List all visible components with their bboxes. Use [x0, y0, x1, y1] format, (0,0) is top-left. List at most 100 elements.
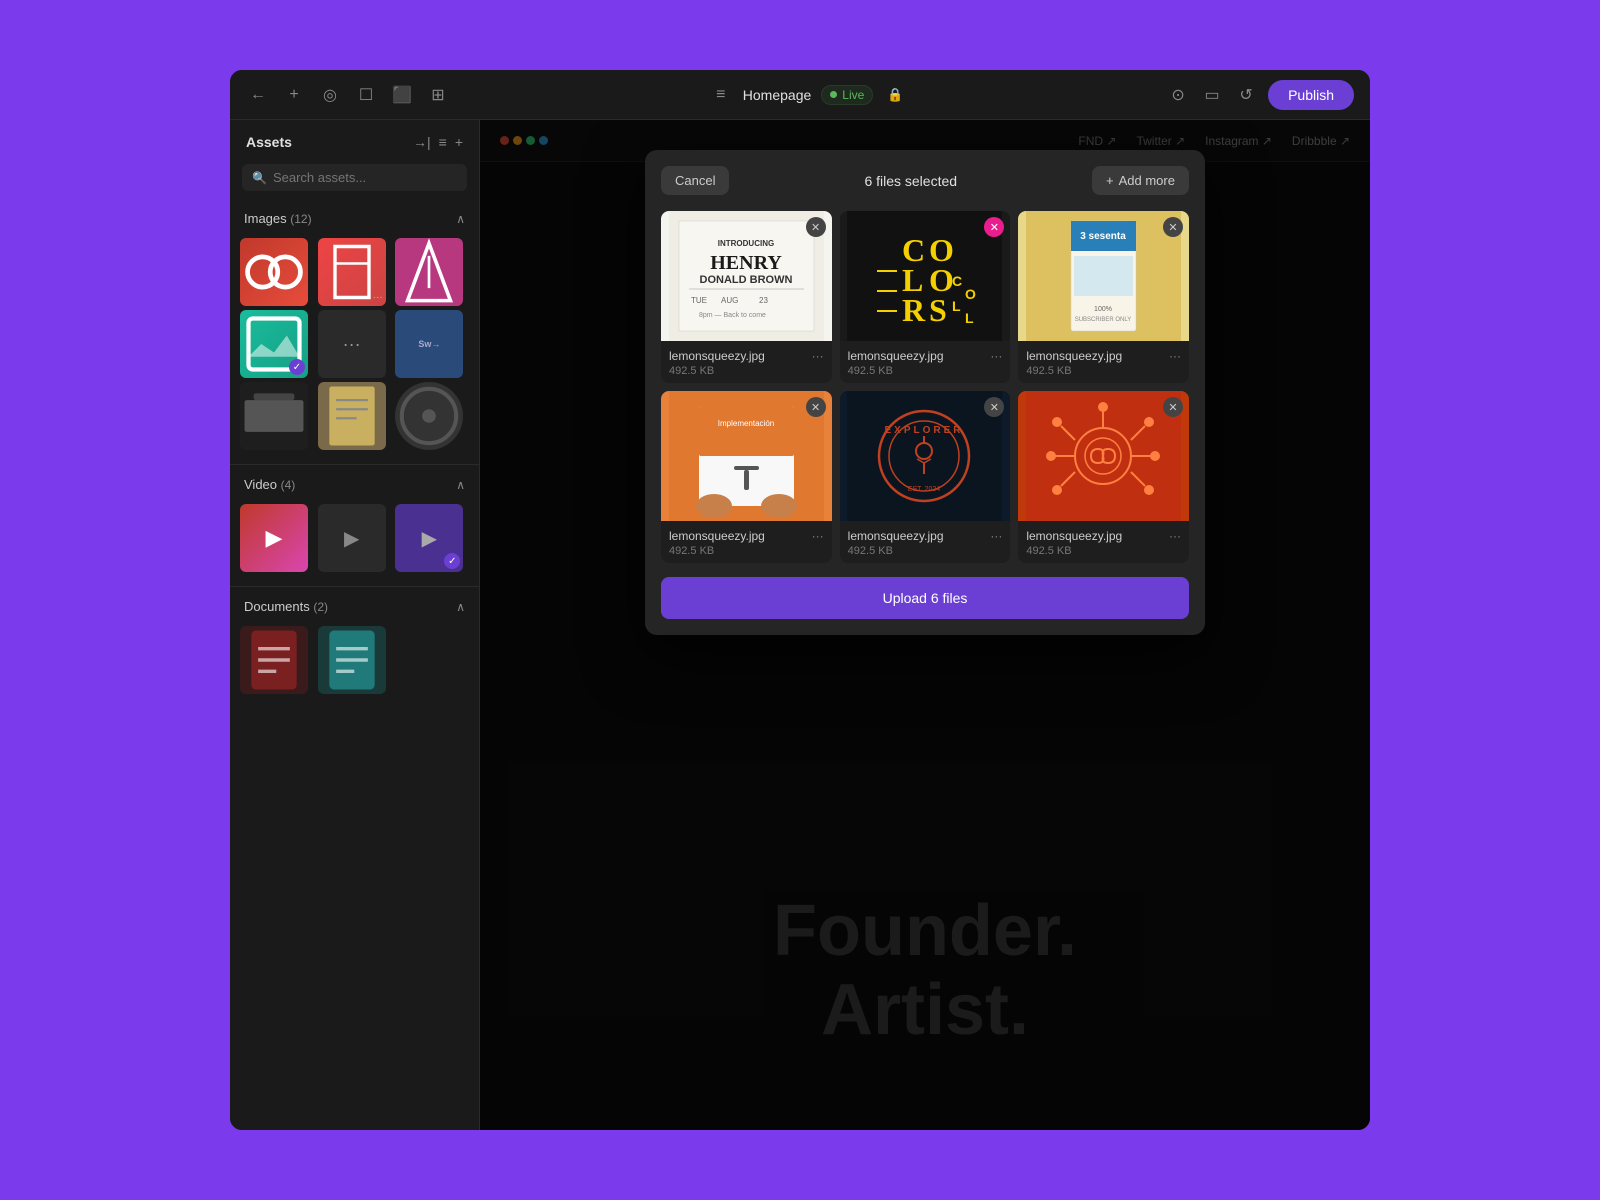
- sidebar: Assets →| ≡ + 🔍 Images (12) ∧: [230, 120, 480, 1130]
- search-bar[interactable]: 🔍: [242, 164, 467, 191]
- file-name-row: lemonsqueezy.jpg ···: [669, 349, 824, 363]
- svg-text:S: S: [929, 292, 947, 328]
- file-info: lemonsqueezy.jpg ··· 492.5 KB: [1018, 341, 1189, 383]
- file-grid: INTRODUCING HENRY DONALD BROWN TUE AUG 2…: [661, 211, 1189, 563]
- image-thumb[interactable]: [240, 238, 308, 306]
- svg-text:EST. 2024: EST. 2024: [908, 486, 940, 493]
- svg-text:C: C: [952, 273, 962, 289]
- more-icon[interactable]: ···: [373, 292, 383, 303]
- video-thumb[interactable]: ▶: [318, 504, 386, 572]
- documents-chevron-icon: ∧: [456, 600, 465, 614]
- toolbar-center: ≡ Homepage Live 🔒: [709, 83, 908, 107]
- image-thumb[interactable]: [395, 382, 463, 450]
- plus-icon: +: [1106, 173, 1114, 188]
- sidebar-export-icon[interactable]: →|: [413, 134, 431, 150]
- image-thumb[interactable]: [240, 382, 308, 450]
- video-count: (4): [281, 478, 296, 492]
- svg-text:100%: 100%: [1094, 306, 1112, 313]
- image-thumb[interactable]: [318, 382, 386, 450]
- search-icon: 🔍: [252, 171, 267, 185]
- search-input[interactable]: [273, 170, 457, 185]
- svg-text:23: 23: [759, 296, 768, 305]
- modal-header: Cancel 6 files selected + Add more: [661, 166, 1189, 195]
- target-icon[interactable]: ◎: [318, 83, 342, 107]
- video-thumb[interactable]: ▶: [240, 504, 308, 572]
- sidebar-title: Assets: [246, 134, 292, 150]
- file-close-button[interactable]: ✕: [1163, 397, 1183, 417]
- file-name: lemonsqueezy.jpg: [848, 529, 944, 543]
- file-card: EXPLORER EST. 2024 ✕: [840, 391, 1011, 563]
- svg-text:SUBSCRIBER ONLY: SUBSCRIBER ONLY: [1075, 317, 1132, 323]
- page-title: Homepage: [743, 87, 812, 103]
- svg-text:Implementación: Implementación: [718, 419, 774, 428]
- image-thumb[interactable]: [395, 238, 463, 306]
- file-more-icon[interactable]: ···: [812, 529, 824, 543]
- image-thumb[interactable]: Sw→: [395, 310, 463, 378]
- cancel-button[interactable]: Cancel: [661, 166, 729, 195]
- folder-icon[interactable]: ⬛: [390, 83, 414, 107]
- video-section-header[interactable]: Video (4) ∧: [230, 469, 479, 500]
- sidebar-header: Assets →| ≡ +: [230, 120, 479, 164]
- file-info: lemonsqueezy.jpg ··· 492.5 KB: [661, 341, 832, 383]
- selected-badge: ✓: [289, 359, 305, 375]
- file-close-button[interactable]: ✕: [806, 397, 826, 417]
- file-name: lemonsqueezy.jpg: [669, 349, 765, 363]
- documents-section-title: Documents (2): [244, 599, 328, 614]
- sidebar-list-icon[interactable]: ≡: [439, 134, 447, 150]
- sidebar-actions: →| ≡ +: [413, 134, 463, 150]
- svg-text:L: L: [965, 310, 974, 326]
- images-grid: ··· ✓ ···: [230, 234, 479, 460]
- main-content: Assets →| ≡ + 🔍 Images (12) ∧: [230, 120, 1370, 1130]
- add-more-button[interactable]: + Add more: [1092, 166, 1189, 195]
- file-more-icon[interactable]: ···: [990, 349, 1002, 363]
- file-size: 492.5 KB: [669, 365, 824, 377]
- image-thumb[interactable]: ···: [318, 238, 386, 306]
- image-thumb[interactable]: ···: [318, 310, 386, 378]
- svg-text:HENRY: HENRY: [710, 252, 782, 274]
- svg-text:O: O: [965, 286, 976, 302]
- file-info: lemonsqueezy.jpg ··· 492.5 KB: [661, 521, 832, 563]
- file-icon[interactable]: ☐: [354, 83, 378, 107]
- images-chevron-icon: ∧: [456, 212, 465, 226]
- svg-text:8pm — Back to come: 8pm — Back to come: [699, 312, 766, 319]
- file-close-button[interactable]: ✕: [806, 217, 826, 237]
- file-upload-modal: Cancel 6 files selected + Add more: [645, 150, 1205, 635]
- file-card: 3 sesenta 100% SUBSCRIBER ONLY ✕ lemonsq…: [1018, 211, 1189, 383]
- file-size: 492.5 KB: [848, 365, 1003, 377]
- device-icon[interactable]: ▭: [1200, 83, 1224, 107]
- document-thumb[interactable]: [318, 626, 386, 694]
- video-chevron-icon: ∧: [456, 478, 465, 492]
- file-more-icon[interactable]: ···: [1169, 349, 1181, 363]
- add-button[interactable]: +: [282, 83, 306, 107]
- svg-text:TUE: TUE: [691, 296, 707, 305]
- file-more-icon[interactable]: ···: [1169, 529, 1181, 543]
- file-name-row: lemonsqueezy.jpg ···: [1026, 349, 1181, 363]
- sidebar-add-icon[interactable]: +: [455, 134, 463, 150]
- file-name: lemonsqueezy.jpg: [669, 529, 765, 543]
- live-dot: [830, 91, 837, 98]
- image-thumb[interactable]: ✓: [240, 310, 308, 378]
- menu-icon[interactable]: ≡: [709, 83, 733, 107]
- file-size: 492.5 KB: [1026, 545, 1181, 557]
- file-more-icon[interactable]: ···: [812, 349, 824, 363]
- images-count: (12): [290, 212, 311, 226]
- svg-text:3 sesenta: 3 sesenta: [1080, 231, 1126, 242]
- publish-button[interactable]: Publish: [1268, 80, 1354, 110]
- template-icon[interactable]: ⊞: [426, 83, 450, 107]
- view-icon[interactable]: ⊙: [1166, 83, 1190, 107]
- document-thumb[interactable]: [240, 626, 308, 694]
- back-button[interactable]: ←: [246, 83, 270, 107]
- documents-section-header[interactable]: Documents (2) ∧: [230, 591, 479, 622]
- images-section-header[interactable]: Images (12) ∧: [230, 203, 479, 234]
- file-size: 492.5 KB: [1026, 365, 1181, 377]
- images-section-title: Images (12): [244, 211, 312, 226]
- file-close-button[interactable]: ✕: [1163, 217, 1183, 237]
- upload-button[interactable]: Upload 6 files: [661, 577, 1189, 619]
- lock-icon[interactable]: 🔒: [883, 83, 907, 107]
- file-more-icon[interactable]: ···: [990, 529, 1002, 543]
- video-thumb[interactable]: ▶ ✓: [395, 504, 463, 572]
- file-name-row: lemonsqueezy.jpg ···: [1026, 529, 1181, 543]
- documents-grid: [230, 622, 479, 704]
- modal-title: 6 files selected: [864, 173, 957, 189]
- undo-icon[interactable]: ↺: [1234, 83, 1258, 107]
